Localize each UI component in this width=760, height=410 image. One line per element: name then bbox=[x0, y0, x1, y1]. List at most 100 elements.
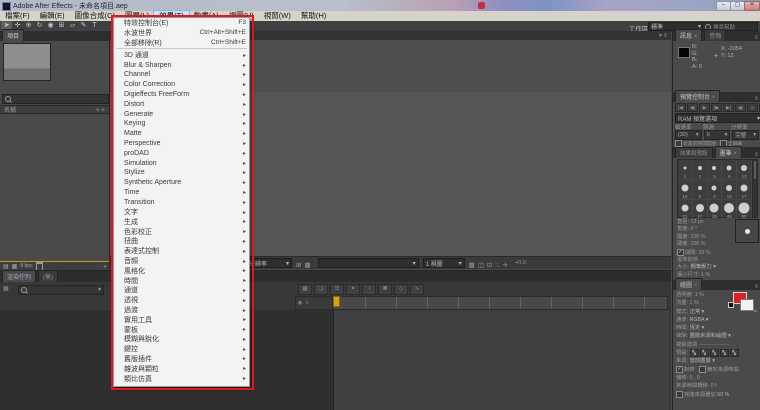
clone-preset-button[interactable]: ▚ bbox=[690, 349, 699, 357]
viewer-toolbar-icon[interactable]: ◫ bbox=[478, 262, 484, 269]
ram-preview-dropdown[interactable]: RAM 預覽選項 ▾ bbox=[675, 113, 760, 123]
viewer-toolbar-icon[interactable]: ⊞ bbox=[296, 262, 301, 269]
effects-menu-category[interactable]: Time▸ bbox=[114, 188, 249, 198]
viewer-toolbar-icon[interactable]: ▦ bbox=[304, 262, 310, 269]
clone-preset-button[interactable]: ▚ bbox=[710, 349, 719, 357]
brush-preset[interactable]: 35 bbox=[708, 200, 723, 220]
brush-preset[interactable]: 1 bbox=[678, 160, 693, 180]
viewer-toolbar-icon[interactable]: ⊡ bbox=[487, 262, 492, 269]
size-dropdown[interactable]: 鋼筆壓力 ▾ bbox=[691, 264, 716, 270]
brush-preset[interactable]: 5 bbox=[708, 160, 723, 180]
bit-depth-button[interactable]: 8 bpc bbox=[20, 263, 32, 269]
effects-menu-item[interactable]: 全部移除(R)Ctrl+Shift+E bbox=[114, 38, 249, 48]
effects-menu-category[interactable]: Keying▸ bbox=[114, 119, 249, 129]
clone-preset-button[interactable]: ▚ bbox=[720, 349, 729, 357]
tab-project[interactable]: 項目 bbox=[2, 29, 24, 41]
effects-menu-category[interactable]: 音頻▸ bbox=[114, 256, 249, 266]
tab-audio[interactable]: 音頻 bbox=[704, 29, 726, 41]
timeline-toggle-button[interactable]: ∿ bbox=[410, 284, 424, 295]
effects-menu-category[interactable]: 實用工具▸ bbox=[114, 315, 249, 325]
effects-menu-category[interactable]: Channel▸ bbox=[114, 70, 249, 80]
brush-preset[interactable]: 21 bbox=[678, 200, 693, 220]
effects-menu-category[interactable]: 通道▸ bbox=[114, 286, 249, 296]
effects-menu-item[interactable]: 水波世界Ctrl+Alt+Shift+E bbox=[114, 28, 249, 38]
brush-preset[interactable]: 17 bbox=[737, 180, 752, 200]
effects-menu-category[interactable]: Blur & Sharpen▸ bbox=[114, 60, 249, 70]
effects-menu-category[interactable]: 3D 通道▸ bbox=[114, 50, 249, 60]
close-icon[interactable]: × bbox=[712, 95, 716, 101]
new-composition-icon[interactable]: ▦ bbox=[12, 263, 18, 270]
preview-field-value[interactable]: 完整▾ bbox=[732, 130, 759, 140]
viewer-toolbar-icon[interactable]: ∴ bbox=[495, 262, 499, 269]
tab-preview[interactable]: 預覽控制台 × bbox=[675, 90, 720, 102]
current-time-indicator[interactable] bbox=[333, 296, 340, 307]
viewer-toolbar-icon[interactable]: ✛ bbox=[503, 262, 508, 269]
region-dropdown[interactable]: ▾ bbox=[318, 258, 419, 268]
timeline-toggle-button[interactable]: ☰ bbox=[330, 284, 344, 295]
panel-collapse-icon[interactable]: ◂ bbox=[103, 263, 106, 270]
duration-dropdown[interactable]: 恆定 ▾ bbox=[690, 325, 705, 331]
effects-menu-category[interactable]: Simulation▸ bbox=[114, 158, 249, 168]
project-search-input[interactable] bbox=[2, 94, 109, 104]
timeline-search-input[interactable]: ▾ bbox=[18, 285, 104, 295]
brush-preset[interactable]: 9 bbox=[722, 160, 737, 180]
effects-menu-category[interactable]: 類比仿真▸ bbox=[114, 374, 249, 384]
effects-menu-category[interactable]: 時間▸ bbox=[114, 276, 249, 286]
tab-comp-none[interactable]: (無) bbox=[38, 270, 58, 282]
lock-source-time-checkbox[interactable] bbox=[699, 366, 706, 373]
timeline-toggle-button[interactable]: ▦ bbox=[298, 284, 312, 295]
eyedropper-icon[interactable]: ✒ bbox=[754, 308, 758, 316]
transport-button[interactable]: ▶| bbox=[723, 103, 734, 112]
effects-menu-category[interactable]: Generate▸ bbox=[114, 109, 249, 119]
menubar-item-8[interactable]: 視窗(W) bbox=[259, 11, 296, 21]
pen-tool-icon[interactable]: ✎ bbox=[78, 21, 89, 31]
panel-menu-icon[interactable]: ≡ bbox=[754, 35, 760, 41]
effects-menu-category[interactable]: Digieffects FreeForm▸ bbox=[114, 90, 249, 100]
maximize-button[interactable]: ▢ bbox=[730, 1, 745, 11]
effects-menu-category[interactable]: Perspective▸ bbox=[114, 139, 249, 149]
clone-preset-button[interactable]: ▚ bbox=[730, 349, 739, 357]
zoom-tool-icon[interactable]: ⊕ bbox=[23, 21, 34, 31]
project-list-header[interactable]: 名稱 ◈ ◈ bbox=[0, 105, 109, 114]
transport-button[interactable]: |◀ bbox=[675, 103, 686, 112]
effects-menu-category[interactable]: Transition▸ bbox=[114, 197, 249, 207]
new-folder-icon[interactable]: ▤ bbox=[3, 263, 9, 270]
rotation-tool-icon[interactable]: ↻ bbox=[34, 21, 45, 31]
effects-menu-category[interactable]: 鍵控▸ bbox=[114, 344, 249, 354]
tab-info[interactable]: 訊息 × bbox=[675, 29, 702, 41]
effects-menu-category[interactable]: 透視▸ bbox=[114, 295, 249, 305]
effects-menu-item[interactable]: 特效控制台(E)F3 bbox=[114, 18, 249, 28]
type-tool-icon[interactable]: T bbox=[89, 21, 100, 31]
brush-preset[interactable]: 3 bbox=[693, 160, 708, 180]
transport-button[interactable]: ∞ bbox=[747, 103, 758, 112]
pan-behind-tool-icon[interactable]: ⊞ bbox=[56, 21, 67, 31]
timeline-toggle-button[interactable]: ✦ bbox=[346, 284, 360, 295]
brush-preset[interactable]: 5 bbox=[693, 180, 708, 200]
brush-preset[interactable]: 65 bbox=[737, 200, 752, 220]
close-button[interactable]: ✕ bbox=[744, 1, 760, 11]
tab-paint[interactable]: 繪圖 × bbox=[675, 278, 702, 290]
mask-shape-tool-icon[interactable]: ▱ bbox=[67, 21, 78, 31]
effects-menu-category[interactable]: 模糊與銳化▸ bbox=[114, 335, 249, 345]
menubar-item-2[interactable]: 編輯(E) bbox=[35, 11, 70, 21]
clone-preset-button[interactable]: ▚ bbox=[700, 349, 709, 357]
panel-menu-icon[interactable]: ≡ bbox=[754, 284, 760, 290]
effects-menu-category[interactable]: 文字▸ bbox=[114, 207, 249, 217]
panel-menu-icon[interactable]: ▾ ≡ bbox=[659, 32, 669, 39]
close-icon[interactable]: × bbox=[694, 283, 698, 289]
preview-field-value[interactable]: (30)▾ bbox=[675, 130, 702, 140]
effects-menu-category[interactable]: 風格化▸ bbox=[114, 266, 249, 276]
timeline-toggle-button[interactable]: ✽ bbox=[378, 284, 392, 295]
close-icon[interactable]: × bbox=[733, 151, 737, 157]
close-icon[interactable]: × bbox=[694, 34, 698, 40]
effects-menu-category[interactable]: Synthetic Aperture▸ bbox=[114, 178, 249, 188]
channels-dropdown[interactable]: RGBA ▾ bbox=[690, 317, 709, 323]
brush-preset[interactable]: 9 bbox=[708, 180, 723, 200]
timeline-toggle-button[interactable]: ❏ bbox=[314, 284, 328, 295]
brush-preset[interactable]: 45 bbox=[722, 200, 737, 220]
effects-menu-category[interactable]: 表達式控制▸ bbox=[114, 246, 249, 256]
effects-menu-category[interactable]: 生成▸ bbox=[114, 217, 249, 227]
brush-preset[interactable]: 13 bbox=[737, 160, 752, 180]
camera-tool-icon[interactable]: ◉ bbox=[45, 21, 56, 31]
exposure-value[interactable]: +0.0 bbox=[515, 260, 526, 266]
